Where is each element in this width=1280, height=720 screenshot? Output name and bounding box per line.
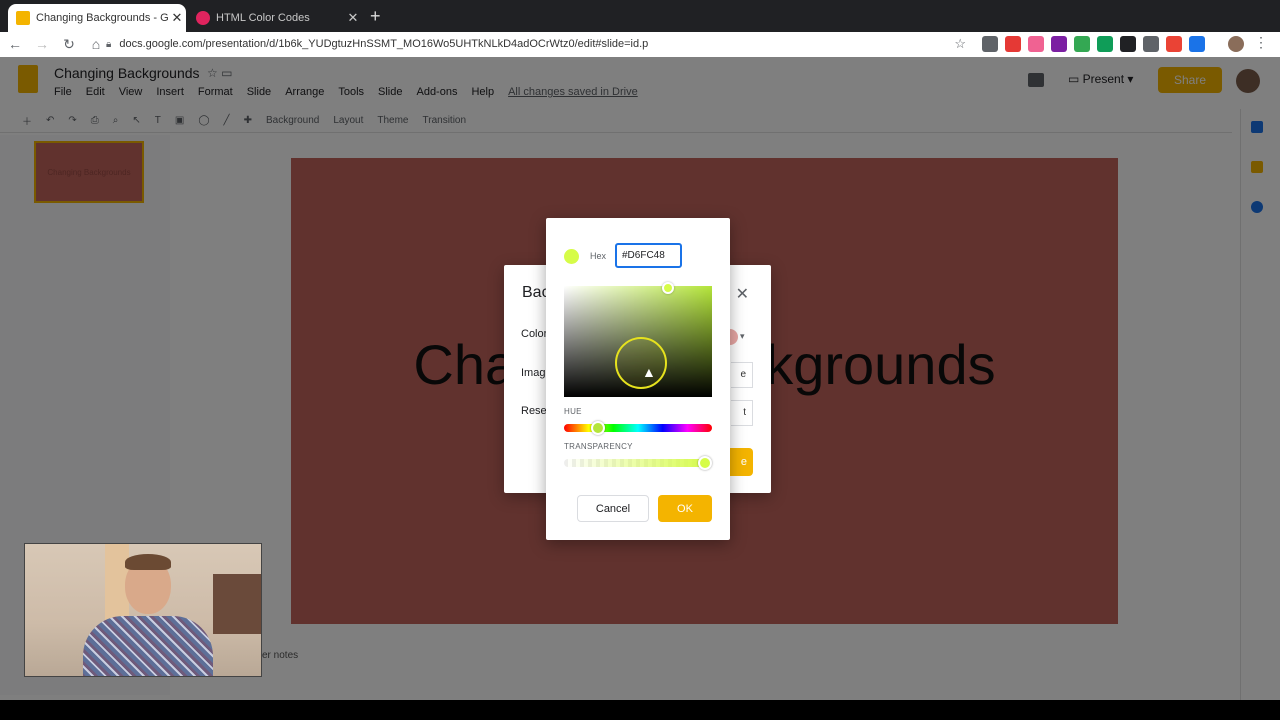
custom-color-picker: Hex ▲ HUE TRANSPARENCY Cancel OK <box>546 218 730 540</box>
extension-icon[interactable] <box>1097 36 1113 52</box>
transparency-slider[interactable] <box>564 459 710 467</box>
browser-toolbar: ← → ↻ ⌂ 🔒︎ docs.google.com/presentation/… <box>0 32 1280 56</box>
mouse-pointer-icon: ▲ <box>642 364 656 380</box>
extension-icon[interactable] <box>1051 36 1067 52</box>
lock-icon: 🔒︎ <box>106 38 112 50</box>
color-codes-favicon-icon <box>196 11 210 25</box>
extension-icon[interactable] <box>1166 36 1182 52</box>
done-button[interactable]: e <box>729 448 753 476</box>
profile-avatar[interactable] <box>1228 36 1244 52</box>
transparency-gradient <box>564 459 710 467</box>
sv-handle[interactable] <box>662 282 674 294</box>
screen: Changing Backgrounds - Google ✕ HTML Col… <box>0 0 1280 720</box>
webcam-person-body <box>83 616 213 676</box>
back-icon[interactable]: ← <box>3 36 27 52</box>
home-icon[interactable]: ⌂ <box>84 36 108 52</box>
forward-icon[interactable]: → <box>30 36 54 52</box>
cursor-highlight <box>615 337 667 389</box>
url-text: docs.google.com/presentation/d/1b6k_YUDg… <box>119 38 649 50</box>
hue-label: HUE <box>564 407 582 416</box>
transparency-label: TRANSPARENCY <box>564 442 633 451</box>
bottom-bar <box>0 700 1280 720</box>
transparency-handle[interactable] <box>698 456 712 470</box>
extension-icon[interactable] <box>1143 36 1159 52</box>
reset-button[interactable]: t <box>731 400 753 426</box>
address-bar[interactable]: 🔒︎ docs.google.com/presentation/d/1b6k_Y… <box>106 34 972 54</box>
tab-changing-backgrounds[interactable]: Changing Backgrounds - Google ✕ <box>8 4 186 32</box>
extension-icon[interactable] <box>1028 36 1044 52</box>
extension-icon[interactable] <box>1005 36 1021 52</box>
reload-icon[interactable]: ↻ <box>57 36 81 53</box>
bookmark-star-icon[interactable]: ☆ <box>954 36 966 52</box>
hue-handle[interactable] <box>591 421 605 435</box>
close-icon[interactable]: ✕ <box>736 284 749 304</box>
extension-icons <box>982 36 1205 52</box>
browser-menu-icon[interactable]: ⋮ <box>1254 34 1268 51</box>
color-preview <box>564 249 579 264</box>
tab-title: HTML Color Codes <box>216 12 310 24</box>
hex-label: Hex <box>590 251 607 261</box>
webcam-person-hair <box>125 554 171 570</box>
hex-input[interactable] <box>615 243 682 268</box>
tab-html-color-codes[interactable]: HTML Color Codes ✕ <box>188 4 362 32</box>
ok-button[interactable]: OK <box>658 495 712 522</box>
hue-slider[interactable] <box>564 424 712 432</box>
cancel-button[interactable]: Cancel <box>577 495 649 522</box>
slides-favicon-icon <box>16 11 30 25</box>
color-row-label: Color <box>521 328 548 340</box>
extension-icon[interactable] <box>1189 36 1205 52</box>
extension-icon[interactable] <box>982 36 998 52</box>
chevron-down-icon[interactable]: ▾ <box>740 331 745 342</box>
webcam-shelf <box>213 574 261 634</box>
close-tab-icon[interactable]: ✕ <box>344 10 362 26</box>
extension-icon[interactable] <box>1074 36 1090 52</box>
extension-icon[interactable] <box>1120 36 1136 52</box>
webcam-overlay <box>24 543 262 677</box>
new-tab-icon[interactable]: + <box>370 6 381 27</box>
choose-image-button[interactable]: e <box>731 362 753 388</box>
browser-tab-bar: Changing Backgrounds - Google ✕ HTML Col… <box>0 0 1280 32</box>
tab-title: Changing Backgrounds - Google <box>36 12 168 24</box>
close-tab-icon[interactable]: ✕ <box>168 10 186 26</box>
